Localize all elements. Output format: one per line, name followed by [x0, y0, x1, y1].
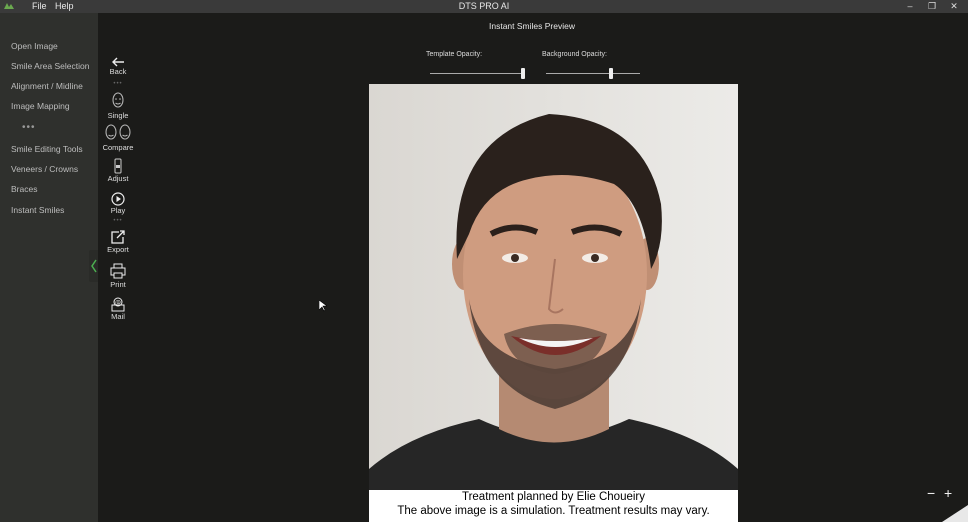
zoom-out-button[interactable]: − [927, 485, 935, 501]
face-single-icon [112, 92, 124, 108]
more-dots-icon[interactable]: ••• [22, 123, 36, 133]
zoom-in-button[interactable]: + [944, 485, 952, 501]
page-title: Instant Smiles Preview [489, 21, 575, 31]
compare-button[interactable]: Compare [98, 123, 138, 152]
adjust-icon [114, 158, 122, 174]
play-label: Play [110, 206, 126, 215]
printer-icon [110, 263, 126, 279]
mouse-cursor-icon [319, 300, 327, 312]
sidebar-item-open-image[interactable]: Open Image [11, 41, 58, 51]
sidebar-item-image-mapping[interactable]: Image Mapping [11, 101, 70, 111]
tool-column: Back ••• Single Compare Adjust Play ••• [98, 13, 138, 522]
single-button[interactable]: Single [98, 91, 138, 120]
resize-corner-icon[interactable] [942, 505, 968, 522]
sidebar-item-smile-editing-tools[interactable]: Smile Editing Tools [11, 144, 83, 154]
template-opacity-slider[interactable] [430, 73, 525, 74]
template-opacity-thumb[interactable] [521, 68, 525, 79]
export-button[interactable]: Export [98, 229, 138, 254]
sidebar: Open Image Smile Area Selection Alignmen… [0, 13, 98, 522]
template-opacity-label: Template Opacity: [426, 51, 483, 58]
window-title: DTS PRO AI [458, 1, 510, 11]
print-button[interactable]: Print [98, 262, 138, 289]
sidebar-item-veneers-crowns[interactable]: Veneers / Crowns [11, 164, 78, 174]
mail-icon: @ [111, 297, 125, 312]
disclaimer-caption: Treatment planned by Elie Choueiry The a… [369, 490, 738, 522]
mail-button[interactable]: @ Mail [98, 296, 138, 321]
single-label: Single [107, 111, 129, 120]
adjust-label: Adjust [107, 174, 129, 183]
restore-icon[interactable]: ❐ [922, 0, 942, 13]
divider: ••• [113, 81, 123, 87]
sidebar-item-smile-area-selection[interactable]: Smile Area Selection [11, 61, 89, 71]
title-bar: File Help DTS PRO AI – ❐ ✕ [0, 0, 968, 13]
play-button[interactable]: Play [98, 192, 138, 215]
adjust-button[interactable]: Adjust [98, 158, 138, 183]
close-icon[interactable]: ✕ [944, 0, 964, 13]
preview-image [369, 84, 738, 490]
background-opacity-thumb[interactable] [609, 68, 613, 79]
arrow-left-icon [112, 57, 124, 67]
export-label: Export [107, 245, 129, 254]
export-icon [111, 230, 125, 244]
minimize-icon[interactable]: – [900, 0, 920, 13]
play-icon [111, 192, 125, 206]
sidebar-item-instant-smiles[interactable]: Instant Smiles [11, 205, 64, 215]
caption-simulation-note: The above image is a simulation. Treatme… [397, 505, 710, 517]
mail-label: Mail [111, 312, 125, 321]
back-label: Back [109, 67, 127, 76]
sidebar-item-alignment-midline[interactable]: Alignment / Midline [11, 81, 83, 91]
face-compare-icon [105, 124, 131, 140]
background-opacity-label: Background Opacity: [542, 51, 607, 58]
back-button[interactable]: Back [98, 57, 138, 76]
patient-portrait-image [369, 84, 738, 490]
divider: ••• [113, 218, 123, 224]
sidebar-item-braces[interactable]: Braces [11, 184, 37, 194]
compare-label: Compare [102, 143, 134, 152]
background-opacity-slider[interactable] [546, 73, 640, 74]
caption-planned-by: Treatment planned by Elie Choueiry [461, 491, 646, 503]
print-label: Print [110, 280, 126, 289]
